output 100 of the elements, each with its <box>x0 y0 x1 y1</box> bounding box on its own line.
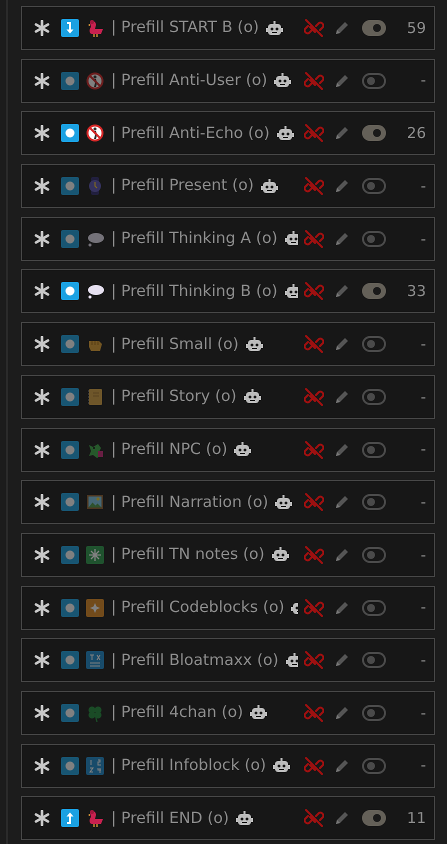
pencil-icon[interactable] <box>334 125 350 142</box>
token-count: - <box>420 597 426 618</box>
toggle-switch[interactable] <box>362 546 386 563</box>
unlink-icon[interactable] <box>304 808 324 828</box>
framed-landscape-icon <box>86 493 104 512</box>
prompt-name: | Prefill Bloatmaxx (o) <box>111 650 279 671</box>
robot-icon <box>276 126 294 141</box>
toggle-switch[interactable] <box>362 72 386 89</box>
asterisk-icon <box>34 283 50 300</box>
toggle-switch[interactable] <box>362 178 386 194</box>
robot-icon <box>260 178 278 194</box>
unlink-icon[interactable] <box>304 598 324 618</box>
unlink-icon[interactable] <box>304 492 324 512</box>
asterisk-icon <box>34 336 50 352</box>
prompt-name: | Prefill Anti-User (o) <box>111 70 268 92</box>
toggle-switch[interactable] <box>362 758 386 774</box>
unlink-icon[interactable] <box>304 650 324 670</box>
pencil-icon[interactable] <box>334 652 350 668</box>
prompt-name: | Prefill END (o) <box>111 808 229 829</box>
unlink-icon[interactable] <box>304 386 324 407</box>
token-count: - <box>420 702 426 724</box>
token-count: - <box>420 228 426 250</box>
token-count: - <box>420 386 426 408</box>
unlink-icon[interactable] <box>304 756 324 776</box>
token-count: 26 <box>406 123 426 144</box>
toggle-switch[interactable] <box>362 20 386 36</box>
pencil-icon[interactable] <box>334 230 350 247</box>
toggle-switch[interactable] <box>362 336 386 352</box>
sparkle-tile-icon <box>86 598 104 617</box>
prompt-name: | Prefill Narration (o) <box>111 492 268 513</box>
token-count: - <box>420 176 426 197</box>
robot-icon <box>286 652 298 668</box>
bird-icon <box>86 809 104 828</box>
toggle-switch[interactable] <box>362 810 386 826</box>
clover-icon <box>86 704 104 722</box>
pencil-icon[interactable] <box>334 546 350 563</box>
token-count: - <box>420 492 426 513</box>
pencil-icon[interactable] <box>334 494 350 510</box>
toggle-switch[interactable] <box>362 125 386 142</box>
toggle-switch[interactable] <box>362 704 386 721</box>
watch-icon <box>86 177 104 196</box>
token-count: - <box>420 755 426 776</box>
robot-icon <box>284 284 298 299</box>
thought-bubble-icon <box>86 282 104 300</box>
robot-icon <box>234 442 252 457</box>
unlink-icon[interactable] <box>304 440 324 460</box>
no-walking-icon <box>86 72 104 90</box>
token-count: - <box>420 544 426 566</box>
no-walking-icon <box>86 124 104 142</box>
asterisk-icon <box>34 230 50 247</box>
token-count: 59 <box>406 18 426 39</box>
asterisk-icon <box>34 600 50 616</box>
robot-icon <box>246 336 263 352</box>
pencil-icon[interactable] <box>334 178 350 194</box>
unlink-icon[interactable] <box>304 70 324 91</box>
pencil-icon[interactable] <box>334 388 350 405</box>
pencil-icon[interactable] <box>334 20 350 36</box>
token-count: - <box>420 439 426 460</box>
asterisk-icon <box>34 494 50 510</box>
pencil-icon[interactable] <box>334 758 350 774</box>
asterisk-icon <box>34 20 50 36</box>
unlink-icon[interactable] <box>304 228 324 249</box>
pencil-icon[interactable] <box>334 810 350 826</box>
prompt-name: | Prefill START B (o) <box>111 17 259 38</box>
asterisk-icon <box>34 652 50 668</box>
pencil-icon[interactable] <box>334 442 350 458</box>
robot-icon <box>275 494 292 510</box>
robot-icon <box>284 231 298 246</box>
robot-icon <box>266 20 283 36</box>
toggle-switch[interactable] <box>362 600 386 616</box>
toggle-switch[interactable] <box>362 283 386 300</box>
toggle-switch[interactable] <box>362 652 386 668</box>
prompt-name: | Prefill Infoblock (o) <box>111 755 266 776</box>
unlink-icon[interactable] <box>304 281 324 302</box>
toggle-switch[interactable] <box>362 494 386 510</box>
robot-icon <box>272 547 289 562</box>
asterisk-icon <box>34 704 50 721</box>
asterisk-icon <box>34 546 50 563</box>
prompt-name: | Prefill TN notes (o) <box>111 544 265 566</box>
pencil-icon[interactable] <box>334 72 350 89</box>
unlink-icon[interactable] <box>304 702 324 723</box>
robot-icon <box>250 705 268 720</box>
unlink-icon[interactable] <box>304 123 324 144</box>
notebook-icon <box>86 388 104 406</box>
token-count: - <box>420 650 426 671</box>
pencil-icon[interactable] <box>334 600 350 616</box>
prompt-name: | Prefill Thinking B (o) <box>111 280 278 302</box>
prompt-name: | Prefill NPC (o) <box>111 438 228 460</box>
pencil-icon[interactable] <box>334 283 350 300</box>
unlink-icon[interactable] <box>304 544 324 565</box>
pencil-icon[interactable] <box>334 336 350 352</box>
unlink-icon[interactable] <box>304 334 324 354</box>
unlink-icon[interactable] <box>304 18 324 38</box>
toggle-switch[interactable] <box>362 230 386 247</box>
pencil-icon[interactable] <box>334 704 350 721</box>
symbols-tile-icon <box>86 651 104 670</box>
toggle-switch[interactable] <box>362 388 386 405</box>
unlink-icon[interactable] <box>304 176 324 196</box>
toggle-switch[interactable] <box>362 442 386 458</box>
asterisk-tile-icon <box>86 546 104 564</box>
